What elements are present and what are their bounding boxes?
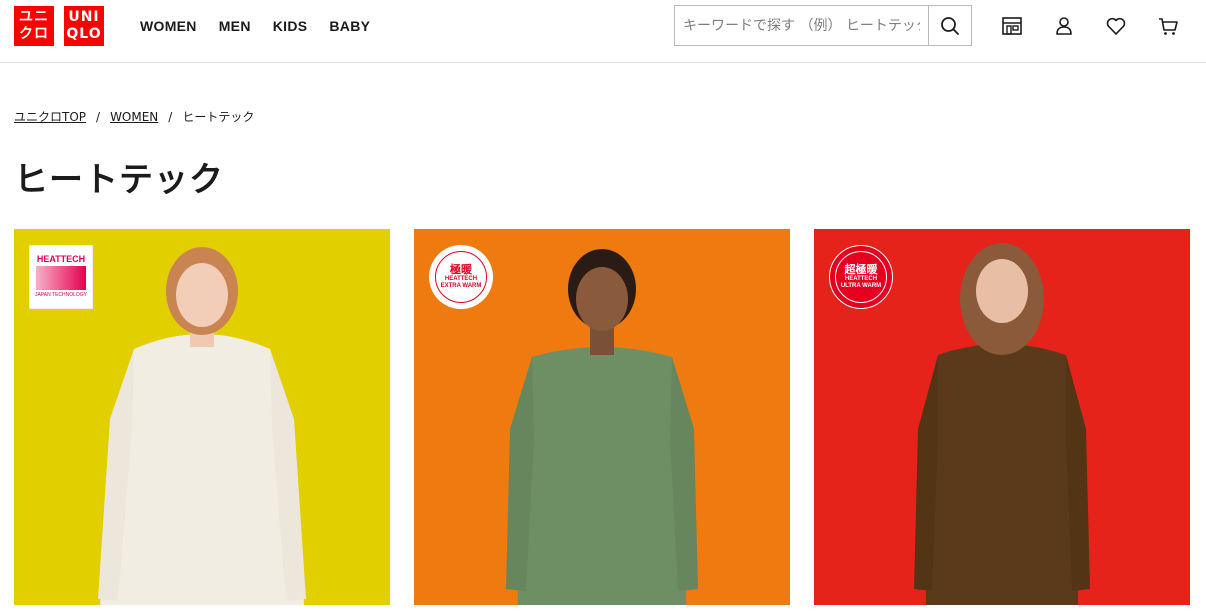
badge-title: HEATTECH <box>36 254 86 264</box>
product-card-extra-warm[interactable]: 極暖 HEATTECH EXTRA WARM <box>414 229 790 605</box>
badge-en-line1: HEATTECH <box>844 276 878 282</box>
badge-en-line2: EXTRA WARM <box>440 283 482 289</box>
user-icon <box>1056 17 1072 35</box>
uniqlo-logo-en[interactable]: UNI QLO <box>64 6 104 46</box>
logo-en-line1: UNI <box>68 9 100 25</box>
nav-baby[interactable]: BABY <box>329 18 370 34</box>
favorites-button[interactable] <box>1105 15 1127 37</box>
store-icon <box>1002 17 1022 35</box>
ultra-warm-badge: 超極暖 HEATTECH ULTRA WARM <box>829 245 893 309</box>
search-bar <box>674 5 972 46</box>
badge-jp: 極暖 <box>450 263 472 276</box>
cart-button[interactable] <box>1157 15 1179 37</box>
main-nav: WOMEN MEN KIDS BABY <box>140 18 370 34</box>
logo-en-line2: QLO <box>66 26 102 42</box>
search-icon <box>941 16 959 35</box>
uniqlo-logo-jp[interactable]: ユニ クロ <box>14 6 54 46</box>
heart-icon <box>1106 17 1126 35</box>
logo-jp-line2: クロ <box>19 26 49 42</box>
breadcrumb-current: ヒートテック <box>182 110 255 124</box>
badge-subtitle: JAPAN TECHNOLOGY <box>34 292 88 298</box>
breadcrumb-women[interactable]: WOMEN <box>110 110 158 124</box>
store-button[interactable] <box>1001 15 1023 37</box>
nav-kids[interactable]: KIDS <box>273 18 308 34</box>
badge-en-line1: HEATTECH <box>444 276 478 282</box>
page-title: ヒートテック <box>14 160 224 200</box>
badge-graphic <box>36 266 86 290</box>
heattech-badge: HEATTECH JAPAN TECHNOLOGY <box>29 245 93 309</box>
breadcrumb-separator: / <box>168 109 173 124</box>
badge-inner: 極暖 HEATTECH EXTRA WARM <box>435 251 487 303</box>
breadcrumb-separator: / <box>96 109 101 124</box>
breadcrumb: ユニクロTOP / WOMEN / ヒートテック <box>14 108 254 125</box>
product-card-heattech[interactable]: HEATTECH JAPAN TECHNOLOGY <box>14 229 390 605</box>
extra-warm-badge: 極暖 HEATTECH EXTRA WARM <box>429 245 493 309</box>
search-input[interactable] <box>675 6 928 45</box>
nav-women[interactable]: WOMEN <box>140 18 197 34</box>
product-card-ultra-warm[interactable]: 超極暖 HEATTECH ULTRA WARM <box>814 229 1190 605</box>
nav-men[interactable]: MEN <box>219 18 251 34</box>
account-button[interactable] <box>1053 15 1075 37</box>
badge-inner: 超極暖 HEATTECH ULTRA WARM <box>835 251 887 303</box>
cart-icon <box>1159 18 1178 35</box>
badge-jp: 超極暖 <box>844 263 878 276</box>
breadcrumb-top[interactable]: ユニクロTOP <box>14 108 86 125</box>
logo-jp-line1: ユニ <box>19 9 49 25</box>
site-header: ユニ クロ UNI QLO WOMEN MEN KIDS BABY <box>0 0 1206 63</box>
badge-en-line2: ULTRA WARM <box>840 283 882 289</box>
search-button[interactable] <box>928 6 971 45</box>
